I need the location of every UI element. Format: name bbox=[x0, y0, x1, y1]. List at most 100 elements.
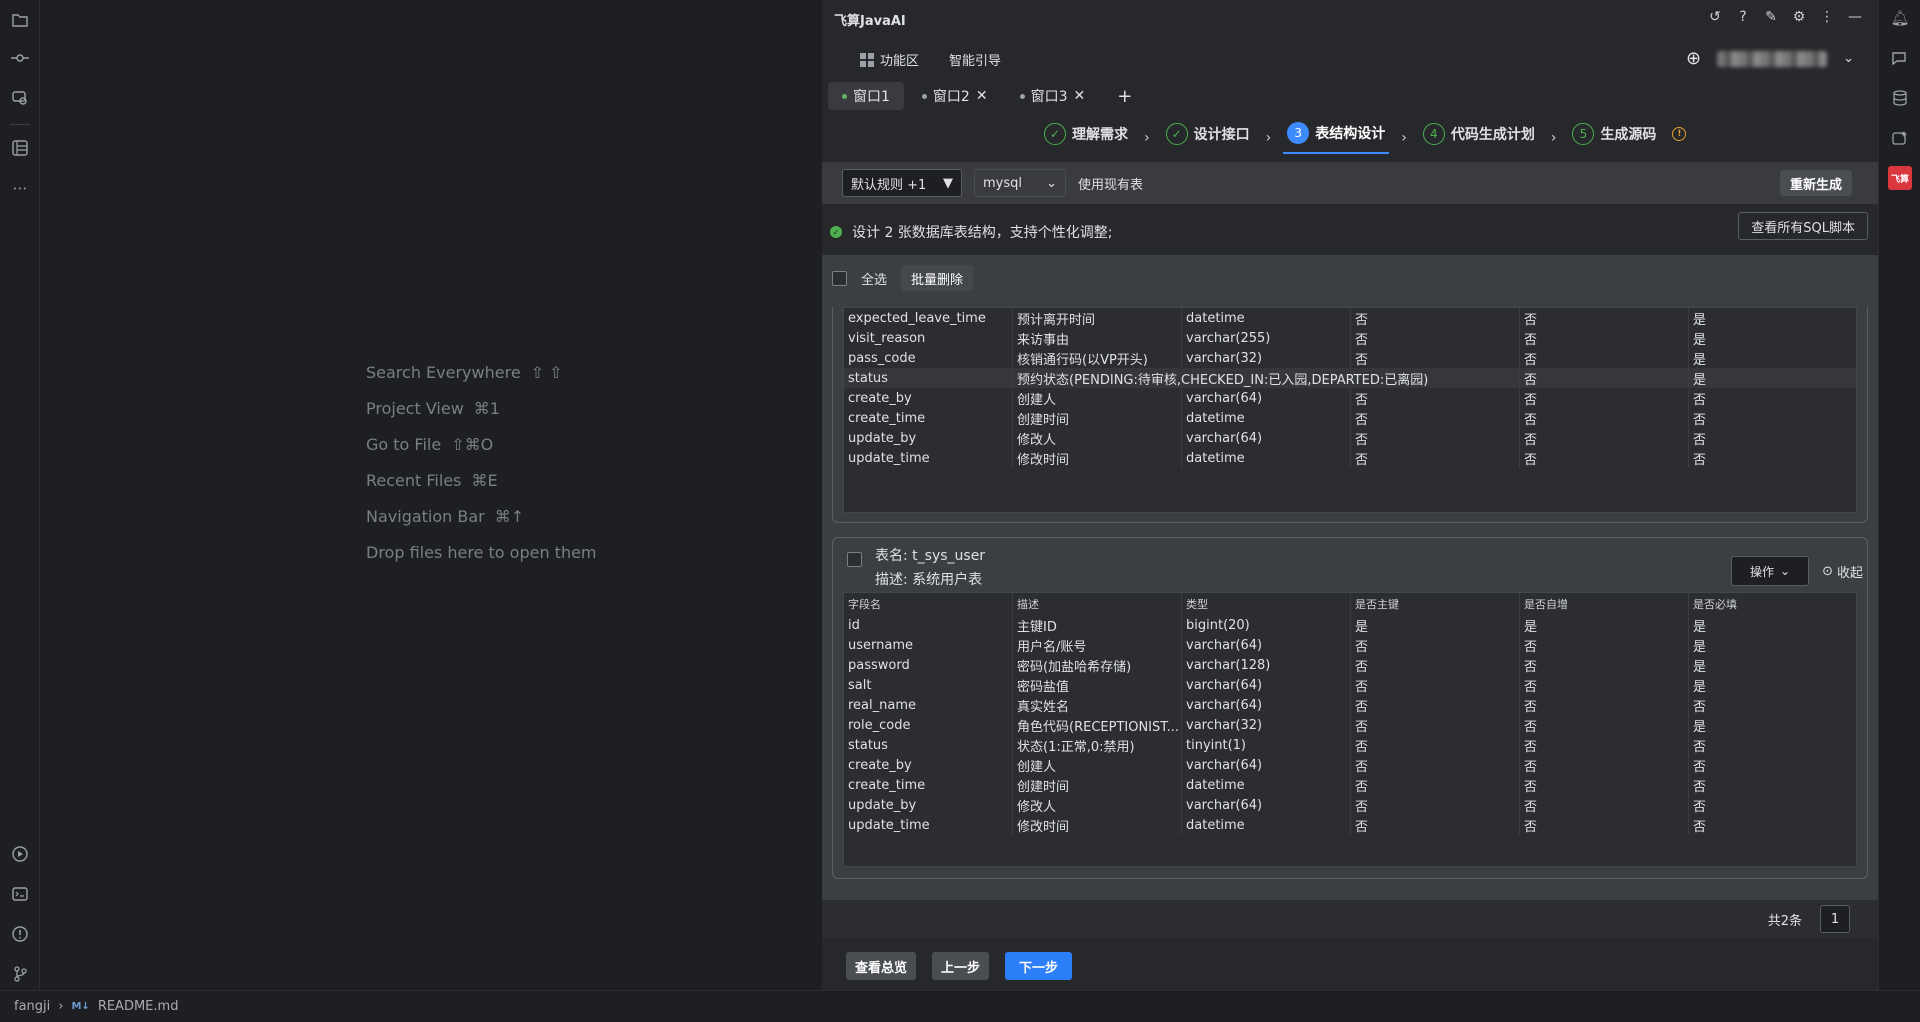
table-row[interactable]: status 状态(1:正常,0:禁用) tinyint(1) 否否否 bbox=[844, 735, 1858, 755]
select-all-label[interactable]: 全选 bbox=[861, 269, 887, 288]
table-row[interactable]: update_by 修改人 varchar(64) 否否否 bbox=[844, 428, 1858, 448]
minimize-icon[interactable]: — bbox=[1846, 8, 1864, 26]
tab-window-1[interactable]: 窗口1 bbox=[828, 82, 904, 110]
table-row[interactable]: expected_leave_time 预计离开时间 datetime 否否是 bbox=[844, 308, 1858, 328]
add-circle-icon[interactable]: ⊕ bbox=[1686, 48, 1701, 69]
table-row[interactable]: create_by 创建人 varchar(64) 否否否 bbox=[844, 388, 1858, 408]
table-card-t-sys-user: 表名: t_sys_user 描述: 系统用户表 操作 ⌄ ⊙ 收起 字段名 描述… bbox=[832, 537, 1868, 879]
table-select-checkbox[interactable] bbox=[847, 552, 862, 567]
step-code-plan[interactable]: 4 代码生成计划 bbox=[1419, 123, 1539, 153]
table-row[interactable]: update_by 修改人 varchar(64) 否否否 bbox=[844, 795, 1858, 815]
table-row[interactable]: id 主键ID bigint(20) 是是是 bbox=[844, 615, 1858, 635]
step-understand[interactable]: ✓ 理解需求 bbox=[1040, 123, 1132, 153]
table-row[interactable]: create_by 创建人 varchar(64) 否否否 bbox=[844, 755, 1858, 775]
add-tab-button[interactable]: + bbox=[1103, 82, 1146, 110]
previous-step-button[interactable]: 上一步 bbox=[932, 952, 990, 980]
edit-icon[interactable]: ✎ bbox=[1762, 8, 1780, 26]
table-cell: 字段名 bbox=[844, 593, 1013, 615]
page-number[interactable]: 1 bbox=[1820, 905, 1850, 933]
terminal-icon[interactable] bbox=[8, 882, 32, 906]
next-step-button[interactable]: 下一步 bbox=[1005, 952, 1073, 980]
hint-go-to-file: Go to File ⇧⌘O bbox=[366, 434, 494, 454]
table-row[interactable]: update_time 修改时间 datetime 否否否 bbox=[844, 815, 1858, 835]
view-overview-button[interactable]: 查看总览 bbox=[846, 952, 917, 980]
table-cell: varchar(64) bbox=[1182, 675, 1351, 695]
table-row[interactable]: create_time 创建时间 datetime 否否否 bbox=[844, 408, 1858, 428]
hint-recent-files: Recent Files ⌘E bbox=[366, 470, 498, 490]
chevron-down-icon[interactable]: ⌄ bbox=[1843, 51, 1854, 66]
view-all-sql-button[interactable]: 查看所有SQL脚本 bbox=[1738, 212, 1868, 240]
step-table-design[interactable]: 3 表结构设计 bbox=[1283, 122, 1390, 154]
features-menu[interactable]: 功能区 bbox=[860, 50, 919, 69]
table-cell: status bbox=[844, 368, 1013, 388]
close-icon[interactable]: ✕ bbox=[1074, 88, 1086, 104]
collapse-label: 收起 bbox=[1836, 566, 1863, 581]
pull-requests-icon[interactable] bbox=[8, 86, 32, 110]
rules-select[interactable]: 默认规则 +1 ▼ bbox=[842, 169, 962, 197]
table-cell: 是 bbox=[1689, 348, 1858, 368]
structure-icon[interactable] bbox=[8, 136, 32, 160]
step-label: 设计接口 bbox=[1193, 127, 1250, 143]
project-breadcrumb[interactable]: fangji bbox=[14, 999, 50, 1014]
operations-dropdown[interactable]: 操作 ⌄ bbox=[1731, 556, 1809, 586]
collapse-up-icon: ⊙ bbox=[1822, 564, 1833, 579]
javaai-brand-icon[interactable]: 飞算 bbox=[1888, 166, 1912, 190]
table-row[interactable]: create_time 创建时间 datetime 否否否 bbox=[844, 775, 1858, 795]
table-cell: varchar(64) bbox=[1182, 635, 1351, 655]
select-all-checkbox[interactable] bbox=[832, 270, 847, 286]
regenerate-button[interactable]: 重新生成 bbox=[1779, 170, 1852, 196]
git-branch-icon[interactable] bbox=[8, 962, 32, 986]
more-icon[interactable]: ⋯ bbox=[8, 176, 32, 200]
table-cell: id bbox=[844, 615, 1013, 635]
history-icon[interactable]: ↺ bbox=[1706, 8, 1724, 26]
step-generate-source[interactable]: 5 生成源码 bbox=[1568, 123, 1660, 153]
close-icon[interactable]: ✕ bbox=[976, 88, 988, 104]
tab-window-2[interactable]: 窗口2 ✕ bbox=[908, 82, 1002, 110]
table-row-highlighted[interactable]: status 预约状态(PENDING:待审核,CHECKED_IN:已入园,DE… bbox=[844, 368, 1858, 388]
more-vertical-icon[interactable]: ⋮ bbox=[1818, 8, 1836, 26]
notifications-icon[interactable]: 🔔︎ bbox=[1888, 6, 1912, 30]
batch-delete-button[interactable]: 批量删除 bbox=[901, 265, 974, 291]
left-tool-strip: ⋯ bbox=[0, 0, 40, 990]
table-cell: 否 bbox=[1520, 328, 1689, 348]
table-cell: 否 bbox=[1351, 388, 1520, 408]
problems-icon[interactable] bbox=[8, 922, 32, 946]
table-row[interactable]: pass_code 核销通行码(以VP开头) varchar(32) 否否是 bbox=[844, 348, 1858, 368]
step-design-api[interactable]: ✓ 设计接口 bbox=[1162, 123, 1254, 153]
table-cell: 否 bbox=[1351, 775, 1520, 795]
divider bbox=[10, 124, 30, 125]
file-breadcrumb[interactable]: README.md bbox=[98, 999, 179, 1014]
settings-icon[interactable]: ⚙ bbox=[1790, 8, 1808, 26]
collapse-button[interactable]: ⊙ 收起 bbox=[1822, 562, 1863, 581]
warning-icon[interactable]: ! bbox=[1672, 127, 1687, 141]
table-cell: datetime bbox=[1182, 815, 1351, 835]
help-icon[interactable]: ? bbox=[1734, 8, 1752, 26]
database-icon[interactable] bbox=[1888, 86, 1912, 110]
table-cell: 否 bbox=[1520, 755, 1689, 775]
commit-icon[interactable] bbox=[8, 46, 32, 70]
rules-value: 默认规则 +1 bbox=[851, 177, 927, 193]
user-avatar[interactable] bbox=[1717, 50, 1828, 67]
table-cell: 否 bbox=[1351, 448, 1520, 468]
tab-window-3[interactable]: 窗口3 ✕ bbox=[1006, 82, 1100, 110]
db-select[interactable]: mysql ⌄ bbox=[974, 169, 1066, 197]
table-row[interactable]: salt 密码盐值 varchar(64) 否否是 bbox=[844, 675, 1858, 695]
title-toolbar: ↺ ? ✎ ⚙ ⋮ — bbox=[1706, 8, 1864, 26]
table-cell: varchar(64) bbox=[1182, 428, 1351, 448]
table-row[interactable]: update_time 修改时间 datetime 否否否 bbox=[844, 448, 1858, 468]
chevron-right-icon: › bbox=[1401, 130, 1407, 146]
table-row[interactable]: real_name 真实姓名 varchar(64) 否否否 bbox=[844, 695, 1858, 715]
features-label: 功能区 bbox=[880, 54, 920, 69]
table-row[interactable]: username 用户名/账号 varchar(64) 否否是 bbox=[844, 635, 1858, 655]
use-existing-table-link[interactable]: 使用现有表 bbox=[1078, 174, 1143, 193]
table-row[interactable]: password 密码(加盐哈希存储) varchar(128) 否否是 bbox=[844, 655, 1858, 675]
ai-assist-icon[interactable] bbox=[1888, 126, 1912, 150]
table-row[interactable]: role_code 角色代码(RECEPTIONIST... varchar(32)… bbox=[844, 715, 1858, 735]
run-icon[interactable] bbox=[8, 842, 32, 866]
table-row[interactable]: visit_reason 来访事由 varchar(255) 否否是 bbox=[844, 328, 1858, 348]
guide-menu[interactable]: 智能引导 bbox=[949, 50, 1001, 69]
chevron-down-icon: ⌄ bbox=[1779, 564, 1791, 578]
table-cell: update_by bbox=[844, 795, 1013, 815]
ai-chat-icon[interactable] bbox=[1888, 46, 1912, 70]
folder-icon[interactable] bbox=[8, 8, 32, 32]
